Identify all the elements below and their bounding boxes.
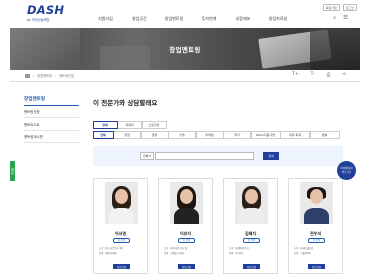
page-title: 이 전문가와 상담할래요 — [93, 99, 158, 107]
mentor-photo — [105, 182, 138, 224]
mentor-photo — [300, 182, 333, 224]
mentor-card[interactable]: 전우석 전 분야 소속 : ㈜테크솔루션 분야 : 기술·R&D 상담신청 — [288, 178, 343, 274]
tab-category[interactable]: 유세미 — [117, 121, 142, 129]
search-select[interactable]: 전체 ▾ — [140, 152, 154, 160]
breadcrumb-separator: › — [33, 73, 35, 78]
field-tab[interactable]: 기술 — [168, 131, 196, 139]
mentor-name: 이서영 — [114, 231, 127, 236]
breadcrumb: › 창업멘토링 › 멘토링신청 — [25, 73, 74, 78]
field-tab[interactable]: 전체 — [92, 131, 114, 139]
category-tabs: 전체 유세미 오토미안 — [92, 121, 167, 129]
mentor-photo — [235, 182, 268, 224]
menu-icon[interactable]: ☰ — [343, 15, 348, 21]
mentor-desc: 분야 : 기술·R&D — [294, 252, 311, 255]
search-icon[interactable]: ⌕ — [333, 15, 336, 21]
sidebar-item-apply[interactable]: 멘토링신청 — [24, 106, 79, 119]
photo-face — [180, 189, 193, 204]
nav-item-space[interactable]: 창업공간 — [123, 16, 156, 22]
mentor-card[interactable]: 이유지 전 분야 소속 : ㈜디자인스튜디오 분야 : 브랜딩·디자인 상담신청 — [158, 178, 213, 274]
sidebar: 창업멘토링 멘토링신청 멘토리스트 멘토링게시판 — [24, 96, 79, 144]
nav-item-support[interactable]: 지원사업 — [88, 16, 123, 22]
logo[interactable]: DASH by 아산나눔재단 — [27, 3, 65, 22]
mentor-badge: 전 분야 — [243, 238, 260, 243]
search-button[interactable]: 검색 — [263, 152, 279, 160]
font-increase-button[interactable]: T+ — [292, 72, 299, 78]
nav-item-report[interactable]: 성장레포 — [226, 16, 260, 22]
banner-title: 창업멘토링 — [169, 46, 201, 54]
mentor-desc: 분야 : 경영·마케팅 — [99, 252, 117, 255]
sidebar-item-board[interactable]: 멘토링게시판 — [24, 131, 79, 144]
breadcrumb-item[interactable]: 멘토링신청 — [59, 73, 74, 78]
mentor-badge: 전 분야 — [178, 238, 195, 243]
mentor-badge: 전 분야 — [113, 238, 130, 243]
mentor-name: 전우석 — [309, 231, 322, 236]
photo-face — [310, 189, 323, 204]
mentor-name: 이유지 — [179, 231, 192, 236]
photo-body — [304, 208, 329, 224]
mentor-desc: 분야 : 투자·IR — [229, 252, 243, 255]
page-tools: T+ T- ⎙ ⋖ — [292, 72, 346, 78]
mentor-desc: 소속 : ㈜테크솔루션 — [294, 247, 314, 250]
mentor-desc: 소속 : ㈜벤처파트너스 — [229, 247, 251, 250]
field-tab[interactable]: 투자 — [223, 131, 251, 139]
share-icon[interactable]: ⋖ — [342, 72, 346, 78]
field-tab[interactable]: 경영 — [140, 131, 169, 139]
photo-body — [174, 208, 199, 224]
logo-text: DASH — [27, 3, 65, 17]
mentor-badge: 전 분야 — [308, 238, 325, 243]
tab-category[interactable]: 오토미안 — [141, 121, 167, 129]
apply-button[interactable]: 상담신청 — [308, 264, 325, 269]
hero-banner: 창업멘토링 — [10, 28, 360, 70]
field-tab[interactable]: 창업 — [113, 131, 141, 139]
tab-all[interactable]: 전체 — [92, 121, 118, 129]
home-icon[interactable] — [25, 73, 30, 78]
mentor-desc: 분야 : 브랜딩·디자인 — [164, 252, 184, 255]
breadcrumb-separator: › — [54, 73, 57, 78]
apply-button[interactable]: 상담신청 — [178, 264, 195, 269]
chevron-down-icon: ▾ — [149, 154, 152, 158]
search-panel: 전체 ▾ 검색 — [93, 146, 343, 166]
left-float-tab[interactable]: 메뉴 — [10, 161, 15, 181]
field-tabs: 전체 창업 경영 기술 마케팅 투자 R&D/지원사업 세무·회계 법률 — [92, 131, 340, 139]
mentor-desc: 소속 : ㈜디자인스튜디오 — [164, 247, 188, 250]
nav-item-investment[interactable]: 투자연계 — [192, 16, 226, 22]
field-tab[interactable]: 마케팅 — [195, 131, 224, 139]
mentor-desc: 소속 : ㈜스타트업코리아 — [99, 247, 123, 250]
apply-button[interactable]: 상담신청 — [243, 264, 260, 269]
photo-body — [109, 208, 134, 224]
breadcrumb-item[interactable]: 창업멘토링 — [37, 73, 52, 78]
nav-item-resources[interactable]: 창업자료실 — [260, 16, 296, 22]
login-link[interactable]: 로그인 — [342, 4, 357, 11]
search-select-value: 전체 — [142, 154, 149, 158]
photo-face — [245, 189, 258, 204]
search-input[interactable] — [155, 152, 254, 160]
font-decrease-button[interactable]: T- — [311, 72, 315, 78]
nav-item-mentoring[interactable]: 창업멘토링 — [156, 16, 192, 22]
mentor-photo — [170, 182, 203, 224]
sidebar-item-mentor-list[interactable]: 멘토리스트 — [24, 118, 79, 131]
mentor-card[interactable]: 이서영 전 분야 소속 : ㈜스타트업코리아 분야 : 경영·마케팅 상담신청 — [93, 178, 148, 274]
site-header: DASH by 아산나눔재단 회원가입 로그인 지원사업 창업공간 창업멘토링 … — [0, 0, 372, 28]
util-links: 회원가입 로그인 — [322, 4, 357, 11]
mypage-float-label: 마이페이지 바로가기 — [340, 167, 353, 174]
breadcrumb-bar: › 창업멘토링 › 멘토링신청 T+ T- ⎙ ⋖ — [10, 70, 360, 82]
print-icon[interactable]: ⎙ — [327, 72, 331, 78]
mentor-card[interactable]: 김혜지 전 분야 소속 : ㈜벤처파트너스 분야 : 투자·IR 상담신청 — [223, 178, 278, 274]
field-tab[interactable]: 법률 — [309, 131, 340, 139]
signup-link[interactable]: 회원가입 — [322, 4, 340, 11]
logo-subtext: by 아산나눔재단 — [27, 18, 50, 22]
main-nav: 지원사업 창업공간 창업멘토링 투자연계 성장레포 창업자료실 — [88, 16, 296, 22]
photo-body — [239, 208, 264, 224]
apply-button[interactable]: 상담신청 — [113, 264, 130, 269]
mypage-float-button[interactable]: 마이페이지 바로가기 — [337, 161, 356, 180]
sidebar-title[interactable]: 창업멘토링 — [24, 96, 79, 106]
field-tab[interactable]: R&D/지원사업 — [250, 131, 281, 139]
photo-face — [115, 189, 128, 204]
mentor-name: 김혜지 — [244, 231, 257, 236]
header-icons: ⌕ ☰ — [333, 15, 348, 21]
field-tab[interactable]: 세무·회계 — [280, 131, 310, 139]
